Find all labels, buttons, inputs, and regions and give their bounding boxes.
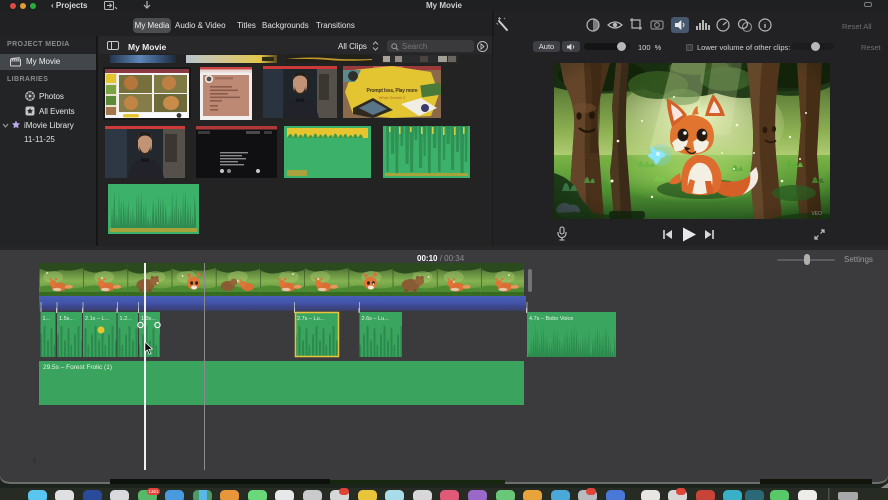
svg-text:Prompt less, Play more: Prompt less, Play more — [367, 88, 418, 94]
svg-text:4.7s – Bobo Voice: 4.7s – Bobo Voice — [529, 316, 573, 322]
svg-text:2.1s – L...: 2.1s – L... — [85, 316, 110, 322]
svg-text:1.2...: 1.2... — [120, 316, 133, 322]
svg-text:1...: 1... — [43, 316, 51, 322]
svg-text:2.6s – Lu...: 2.6s – Lu... — [362, 316, 390, 322]
svg-text:2.7s – Lu...: 2.7s – Lu... — [297, 316, 325, 322]
svg-text:1.5s...: 1.5s... — [59, 316, 74, 322]
svg-text:What Gemini 3: What Gemini 3 — [379, 95, 406, 100]
svg-text:1361: 1361 — [148, 489, 159, 494]
